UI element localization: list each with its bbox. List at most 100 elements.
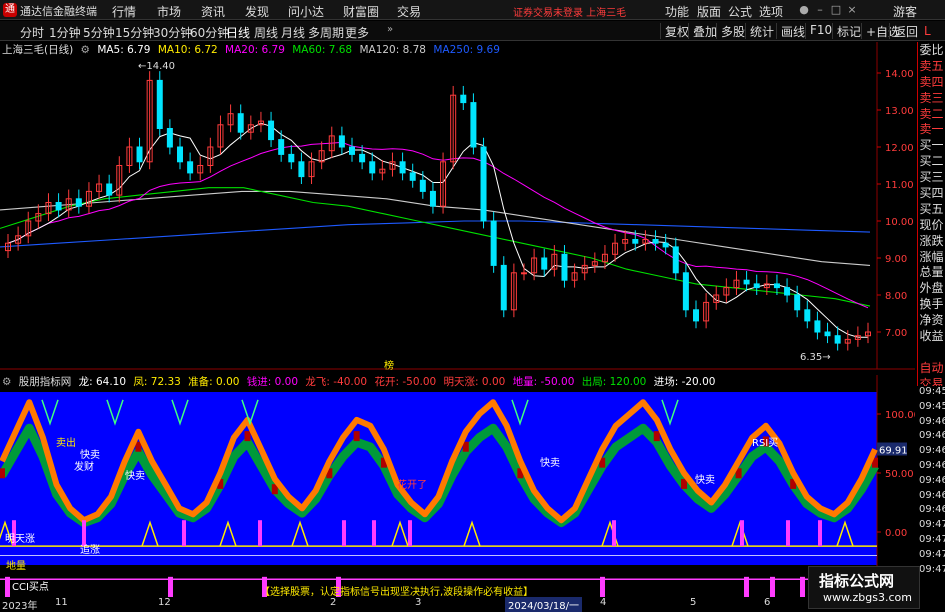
tab-fenshi[interactable]: 分时	[20, 24, 44, 41]
candle-body	[298, 161, 305, 178]
candle-body	[106, 183, 113, 196]
menu-hangqing[interactable]: 行情	[112, 3, 136, 20]
tick-time: 09:45	[919, 400, 945, 412]
quote-field-label: 买四	[919, 186, 944, 201]
menu-gongshi[interactable]: 公式	[728, 3, 752, 20]
settings-icon[interactable]: ⚙	[2, 376, 11, 388]
ma120-value: MA120: 8.78	[359, 44, 426, 56]
settings-icon[interactable]: ⚙	[81, 44, 90, 56]
price-tick-label: 10.00	[885, 217, 914, 228]
maximize-icon[interactable]: □	[828, 2, 844, 18]
menu-caifuquan[interactable]: 财富圈	[343, 3, 379, 20]
magenta-pulse	[818, 520, 822, 547]
candle-body	[399, 161, 406, 174]
menu-faxian[interactable]: 发现	[245, 3, 269, 20]
level-mark: L	[924, 24, 931, 38]
quote-field-label: 总量	[919, 265, 944, 280]
tab-5min[interactable]: 5分钟	[83, 24, 115, 41]
magenta-pulse	[612, 520, 616, 547]
date-label: 11	[55, 597, 68, 608]
date-label: 3	[415, 597, 422, 608]
candle-body	[632, 239, 639, 244]
tab-1min[interactable]: 1分钟	[49, 24, 81, 41]
quote-field-label: 买一	[919, 138, 944, 153]
menu-jiaoyi[interactable]: 交易	[397, 3, 421, 20]
candle-body	[278, 139, 285, 155]
tab-zhouxian[interactable]: 周线	[254, 24, 278, 41]
tab-duozhouqi[interactable]: 多周期	[308, 24, 344, 41]
chevron-down-icon[interactable]: »	[387, 24, 393, 35]
ind-longfei: 龙飞: -40.00	[305, 376, 368, 388]
tick-time: 09:46	[919, 430, 945, 442]
indicator-info-bar: ⚙ 股朋指标网 龙: 64.10 凤: 72.33 准备: 0.00 钱进: 0…	[2, 374, 719, 388]
btn-huaxian[interactable]: 画线	[776, 23, 805, 39]
candle-body	[419, 179, 426, 192]
btn-tongji[interactable]: 统计	[745, 23, 774, 39]
candle-body	[237, 113, 244, 133]
ma20-value: MA20: 6.79	[225, 44, 285, 56]
close-icon[interactable]: ×	[844, 2, 860, 18]
ind-annotation: 快卖	[540, 457, 560, 469]
candle-body	[784, 287, 791, 296]
candle-body	[794, 294, 801, 311]
low-price-label: 6.35→	[800, 352, 831, 363]
stock-title[interactable]: 上海三毛(日线)	[2, 44, 73, 56]
candle-body	[359, 153, 366, 163]
candle-body	[804, 309, 811, 322]
user-icon[interactable]: ●	[796, 2, 812, 18]
btn-fuquan[interactable]: 复权	[660, 23, 689, 39]
candle-body	[349, 146, 355, 155]
price-tick-label: 7.00	[885, 328, 907, 339]
ind-qianjin: 钱进: 0.00	[246, 376, 299, 388]
minimize-icon[interactable]: –	[812, 2, 828, 18]
menu-wenxiaoda[interactable]: 问小达	[288, 3, 324, 20]
candle-body	[480, 146, 487, 222]
tab-15min[interactable]: 15分钟	[115, 24, 154, 41]
btn-biaoji[interactable]: 标记	[832, 23, 861, 39]
candle-body	[166, 128, 173, 148]
red-bar	[353, 431, 360, 442]
kline-chart[interactable]: 14.00 13.00 12.00 11.00 10.00 9.00 8.00 7.00 ←1…	[0, 42, 915, 609]
menu-banmian[interactable]: 版面	[697, 3, 721, 20]
menu-shichang[interactable]: 市场	[157, 3, 181, 20]
candle-body	[753, 283, 760, 289]
quote-field-label: 换手	[919, 297, 944, 312]
btn-duogu[interactable]: 多股	[716, 23, 745, 39]
quote-field-label: 委比	[919, 43, 944, 57]
indicator-name[interactable]: 股朋指标网	[19, 376, 72, 388]
login-notice[interactable]: 证券交易未登录 上海三毛	[513, 4, 626, 19]
btn-f10[interactable]: F10	[805, 23, 832, 39]
candle-body	[490, 220, 497, 266]
candle-body	[561, 253, 568, 281]
date-label: 2023年	[2, 601, 38, 612]
title-bar: 通 通达信金融终端 行情 市场 资讯 发现 问小达 财富圈 交易 证券交易未登录…	[0, 0, 945, 20]
price-tick-label: 9.00	[885, 254, 907, 265]
indicator-hint: 【选择股票，认定指标信号出现坚决执行,波段操作必有收益】	[260, 587, 534, 598]
quote-field-label: 卖二	[919, 106, 944, 121]
menu-xuanxiang[interactable]: 选项	[759, 3, 783, 20]
candle-body	[652, 239, 659, 244]
menu-zixun[interactable]: 资讯	[201, 3, 225, 20]
candle-body	[429, 190, 436, 207]
menu-gongneng[interactable]: 功能	[665, 3, 689, 20]
tab-rixian[interactable]: 日线	[226, 24, 250, 41]
candle-body	[743, 279, 750, 285]
candle-body	[460, 94, 467, 104]
quote-field-label: 自动	[919, 360, 944, 375]
tab-yuexian[interactable]: 月线	[281, 24, 305, 41]
tab-60min[interactable]: 60分钟	[190, 24, 229, 41]
red-bar	[0, 468, 5, 479]
candle-body	[409, 172, 416, 181]
ma-info-bar: 上海三毛(日线) ⚙ MA5: 6.79 MA10: 6.72 MA20: 6.…	[2, 42, 504, 56]
btn-fanhui[interactable]: 返回	[889, 23, 918, 39]
ma60-value: MA60: 7.68	[292, 44, 353, 56]
candle-body	[156, 79, 163, 129]
quote-field-label: 涨幅	[919, 249, 944, 264]
date-label: 2	[330, 597, 337, 608]
btn-diejia[interactable]: 叠加	[688, 23, 717, 39]
tab-30min[interactable]: 30分钟	[153, 24, 192, 41]
tick-time: 09:46	[919, 489, 945, 501]
tab-gengduo[interactable]: 更多	[345, 24, 369, 41]
app-name: 通达信金融终端	[20, 5, 97, 18]
guest-label[interactable]: 游客	[893, 3, 917, 20]
